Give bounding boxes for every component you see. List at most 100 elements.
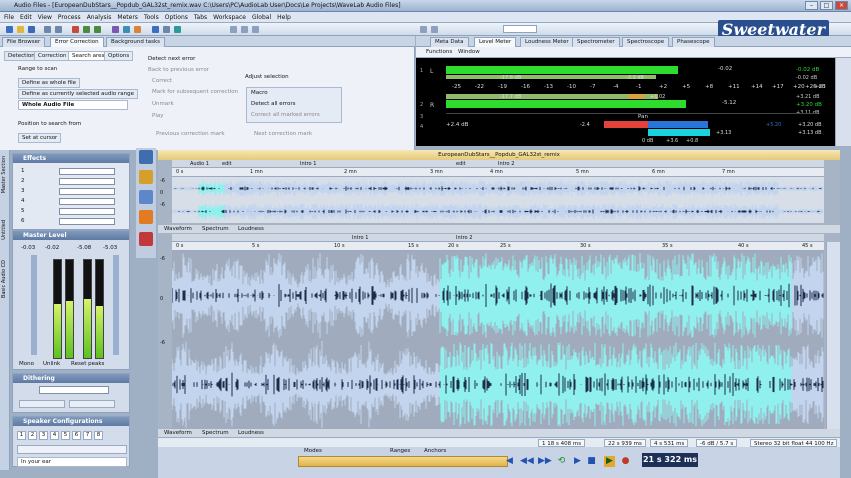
correct-all-button[interactable]: Correct all marked errors [251, 112, 320, 118]
tab-spectroscope[interactable]: Spectroscope [622, 37, 670, 47]
tab-error-correction[interactable]: Error Correction [50, 37, 104, 47]
menu-file[interactable]: File [4, 14, 14, 21]
speaker-button-2[interactable]: 2 [28, 431, 37, 440]
marker-icon[interactable] [134, 26, 141, 33]
status-cursor-time[interactable]: 1 18 s 408 ms [538, 439, 586, 447]
next-mark-button[interactable]: Next correction mark [254, 131, 312, 137]
speaker-button-6[interactable]: 6 [72, 431, 81, 440]
stop-icon[interactable]: ■ [586, 456, 597, 467]
status-format[interactable]: Stereo 32 bit float 44 100 Hz [750, 439, 838, 447]
marker-intro-1-main[interactable]: Intro 1 [352, 235, 368, 241]
marker-edit[interactable]: edit [222, 161, 232, 167]
main-vertical-scrollbar[interactable] [826, 242, 840, 430]
save-icon[interactable] [28, 26, 35, 33]
status-level[interactable]: -6 dB / 5.7 s [696, 439, 738, 447]
previous-mark-button[interactable]: Previous correction mark [156, 131, 225, 137]
window-icon[interactable] [431, 26, 438, 33]
main-tab-spectrum[interactable]: Spectrum [202, 430, 229, 436]
tab-loudness-meter[interactable]: Loudness Meter [520, 37, 574, 47]
menu-tabs[interactable]: Tabs [194, 14, 207, 21]
marker-audio-1[interactable]: Audio 1 [190, 161, 209, 167]
menu-global[interactable]: Global [252, 14, 271, 21]
mark-correction-button[interactable]: Mark for subsequent correction [152, 89, 238, 95]
speaker-button-1[interactable]: 1 [17, 431, 26, 440]
detect-all-button[interactable]: Detect all errors [251, 101, 295, 107]
menu-help[interactable]: Help [277, 14, 291, 21]
main-tab-loudness[interactable]: Loudness [238, 430, 264, 436]
main-ruler[interactable]: 0 s 5 s 10 s 15 s 20 s 25 s 30 s 35 s 40… [172, 242, 824, 251]
unlink-button[interactable]: Unlink [43, 361, 60, 367]
sidebar-basic-audio-cd[interactable]: Basic Audio CD [1, 260, 7, 298]
back-previous-button[interactable]: Back to previous error [148, 67, 209, 73]
effect-slot[interactable] [59, 198, 115, 205]
maximize-button[interactable]: □ [820, 1, 833, 10]
mono-button[interactable]: Mono [19, 361, 34, 367]
paste-icon[interactable] [94, 26, 101, 33]
output-dropdown[interactable]: In your ear [17, 457, 127, 467]
reset-peaks-button[interactable]: Reset peaks [71, 361, 104, 367]
play-button[interactable]: Play [152, 113, 163, 119]
speaker-button-8[interactable]: 8 [94, 431, 103, 440]
adjust-selection-label[interactable]: Adjust selection [245, 74, 289, 80]
set-at-cursor-button[interactable]: Set at cursor [18, 133, 62, 143]
effect-slot[interactable] [59, 188, 115, 195]
detect-next-button[interactable]: Detect next error [148, 56, 195, 62]
waveform-tool-icon[interactable] [139, 150, 153, 164]
main-tab-waveform[interactable]: Waveform [164, 430, 192, 436]
effect-slot[interactable] [59, 218, 115, 225]
view-tab-spectrum[interactable]: Spectrum [202, 226, 229, 232]
meter-icon[interactable] [420, 26, 427, 33]
wavelab-icon[interactable] [139, 232, 153, 246]
view-tab-waveform[interactable]: Waveform [164, 226, 192, 232]
play-icon[interactable]: ▶ [604, 456, 615, 467]
rewind-icon[interactable]: ◀◀ [520, 456, 534, 467]
speaker-button-3[interactable]: 3 [39, 431, 48, 440]
define-whole-file-button[interactable]: Define as whole file [18, 78, 81, 88]
menu-view[interactable]: View [38, 14, 52, 21]
speaker-button-4[interactable]: 4 [50, 431, 59, 440]
menu-workspace[interactable]: Workspace [213, 14, 246, 21]
tab-phasescope[interactable]: Phasescope [672, 37, 715, 47]
speaker-slider[interactable] [17, 445, 127, 454]
unmark-button[interactable]: Unmark [152, 101, 174, 107]
rss-icon[interactable] [139, 210, 153, 224]
subtab-correction[interactable]: Correction [34, 51, 71, 61]
menu-tools[interactable]: Tools [144, 14, 159, 21]
menu-options[interactable]: Options [165, 14, 188, 21]
preset-dropdown[interactable] [503, 25, 537, 33]
time-display[interactable]: 21 s 322 ms [642, 453, 698, 467]
subtab-search-area[interactable]: Search area [68, 51, 109, 61]
redo-icon[interactable] [55, 26, 62, 33]
process-icon[interactable] [152, 26, 159, 33]
correct-button[interactable]: Correct [152, 78, 172, 84]
meter-scrollbar[interactable] [835, 58, 851, 146]
define-selection-button[interactable]: Define as currently selected audio range [18, 89, 139, 99]
new-file-icon[interactable] [6, 26, 13, 33]
marker-intro-1[interactable]: Intro 1 [300, 161, 316, 167]
effect-slot[interactable] [59, 178, 115, 185]
dither-slot[interactable] [39, 386, 109, 394]
menu-analysis[interactable]: Analysis [87, 14, 112, 21]
subtab-options[interactable]: Options [104, 51, 134, 61]
meter-menu-window[interactable]: Window [458, 49, 480, 55]
tab-file-browser[interactable]: File Browser [2, 37, 46, 47]
effect-slot[interactable] [59, 208, 115, 215]
copy-icon[interactable] [83, 26, 90, 33]
pencil-tool-icon[interactable] [139, 170, 153, 184]
view-icon[interactable] [252, 26, 259, 33]
left-fader[interactable] [31, 255, 37, 355]
zoom-icon[interactable] [112, 26, 119, 33]
record-icon[interactable]: ● [620, 456, 631, 467]
meter-menu-functions[interactable]: Functions [426, 49, 452, 55]
right-fader[interactable] [113, 255, 119, 355]
marker-intro-2[interactable]: Intro 2 [498, 161, 514, 167]
sidebar-master-section[interactable]: Master Section [1, 156, 7, 193]
tab-spectrometer[interactable]: Spectrometer [572, 37, 620, 47]
tab-meta-data[interactable]: Meta Data [430, 37, 469, 47]
cut-icon[interactable] [72, 26, 79, 33]
sidebar-untitled[interactable]: Untitled [1, 220, 7, 240]
undo-icon[interactable] [44, 26, 51, 33]
minimize-button[interactable]: – [805, 1, 818, 10]
dither-type-dropdown[interactable] [19, 400, 65, 408]
grid-icon[interactable] [123, 26, 130, 33]
